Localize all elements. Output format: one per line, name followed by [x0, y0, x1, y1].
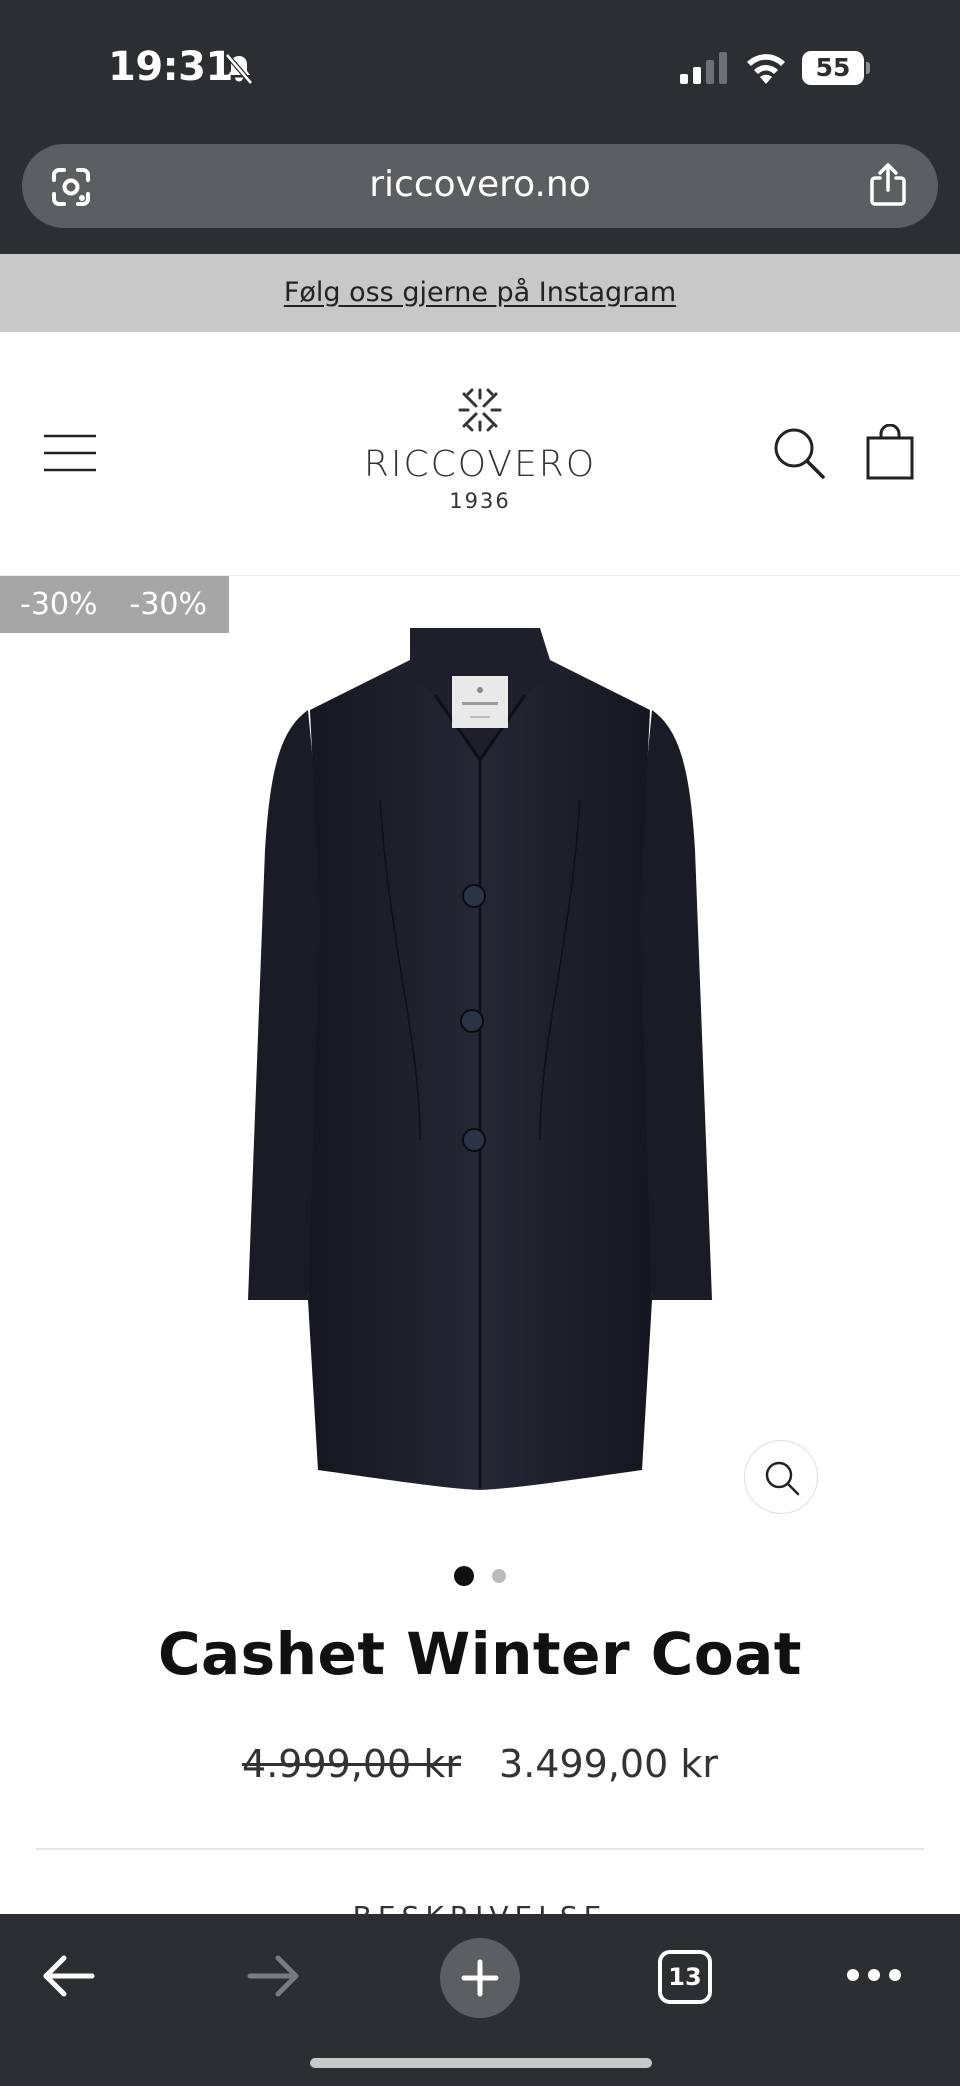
cellular-signal-icon — [680, 52, 727, 84]
hamburger-menu-icon[interactable] — [42, 432, 98, 474]
sale-price: 3.499,00 kr — [499, 1742, 718, 1786]
product-media-gallery[interactable]: -30% -30% — [0, 576, 960, 1516]
url-text[interactable]: riccovero.no — [22, 164, 938, 205]
forward-arrow-icon[interactable] — [246, 1948, 302, 2004]
gallery-dot-active[interactable] — [454, 1566, 474, 1586]
zoom-magnifier-icon — [765, 1461, 800, 1496]
logo-name: RICCOVERO — [363, 444, 597, 485]
riccovero-logo-mark — [458, 388, 502, 432]
new-tab-button[interactable] — [440, 1938, 520, 2018]
address-bar[interactable]: riccovero.no — [22, 144, 938, 228]
more-dots-icon[interactable] — [846, 1960, 902, 1990]
site-header: RICCOVERO 1936 — [0, 332, 960, 576]
zoom-button[interactable] — [744, 1440, 818, 1514]
discount-badge: -30% — [129, 587, 208, 622]
product-image-coat[interactable] — [240, 620, 720, 1500]
product-price: 4.999,00 kr 3.499,00 kr — [0, 1742, 960, 1786]
status-time: 19:31 — [108, 44, 233, 90]
section-divider — [36, 1848, 924, 1850]
gallery-dot[interactable] — [492, 1569, 506, 1583]
discount-badges: -30% -30% — [0, 576, 230, 633]
shopping-bag-icon[interactable] — [864, 424, 916, 480]
site-logo[interactable]: RICCOVERO 1936 — [360, 388, 600, 528]
tab-switcher-icon[interactable]: 13 — [658, 1950, 712, 2004]
discount-badge: -30% — [20, 587, 98, 622]
battery-icon: 55 — [802, 51, 872, 85]
new-tab-plus-icon — [461, 1959, 499, 1997]
instagram-link[interactable]: Følg oss gjerne på Instagram — [0, 254, 960, 332]
home-indicator[interactable] — [310, 2058, 652, 2068]
original-price: 4.999,00 kr — [242, 1742, 461, 1786]
logo-year: 1936 — [449, 489, 511, 513]
battery-level: 55 — [815, 53, 851, 82]
announcement-bar: Følg oss gjerne på Instagram — [0, 254, 960, 332]
product-title: Cashet Winter Coat — [157, 1620, 803, 1688]
gallery-pagination — [0, 1566, 960, 1590]
tab-count: 13 — [668, 1963, 702, 1991]
back-arrow-icon[interactable] — [40, 1948, 96, 2004]
bell-slash-icon — [225, 53, 253, 85]
wifi-icon — [747, 54, 785, 84]
browser-top-chrome: 19:31 55 riccovero.no — [0, 0, 960, 254]
browser-bottom-toolbar: 13 — [0, 1914, 960, 2086]
search-icon[interactable] — [772, 426, 826, 480]
share-icon[interactable] — [866, 162, 910, 208]
